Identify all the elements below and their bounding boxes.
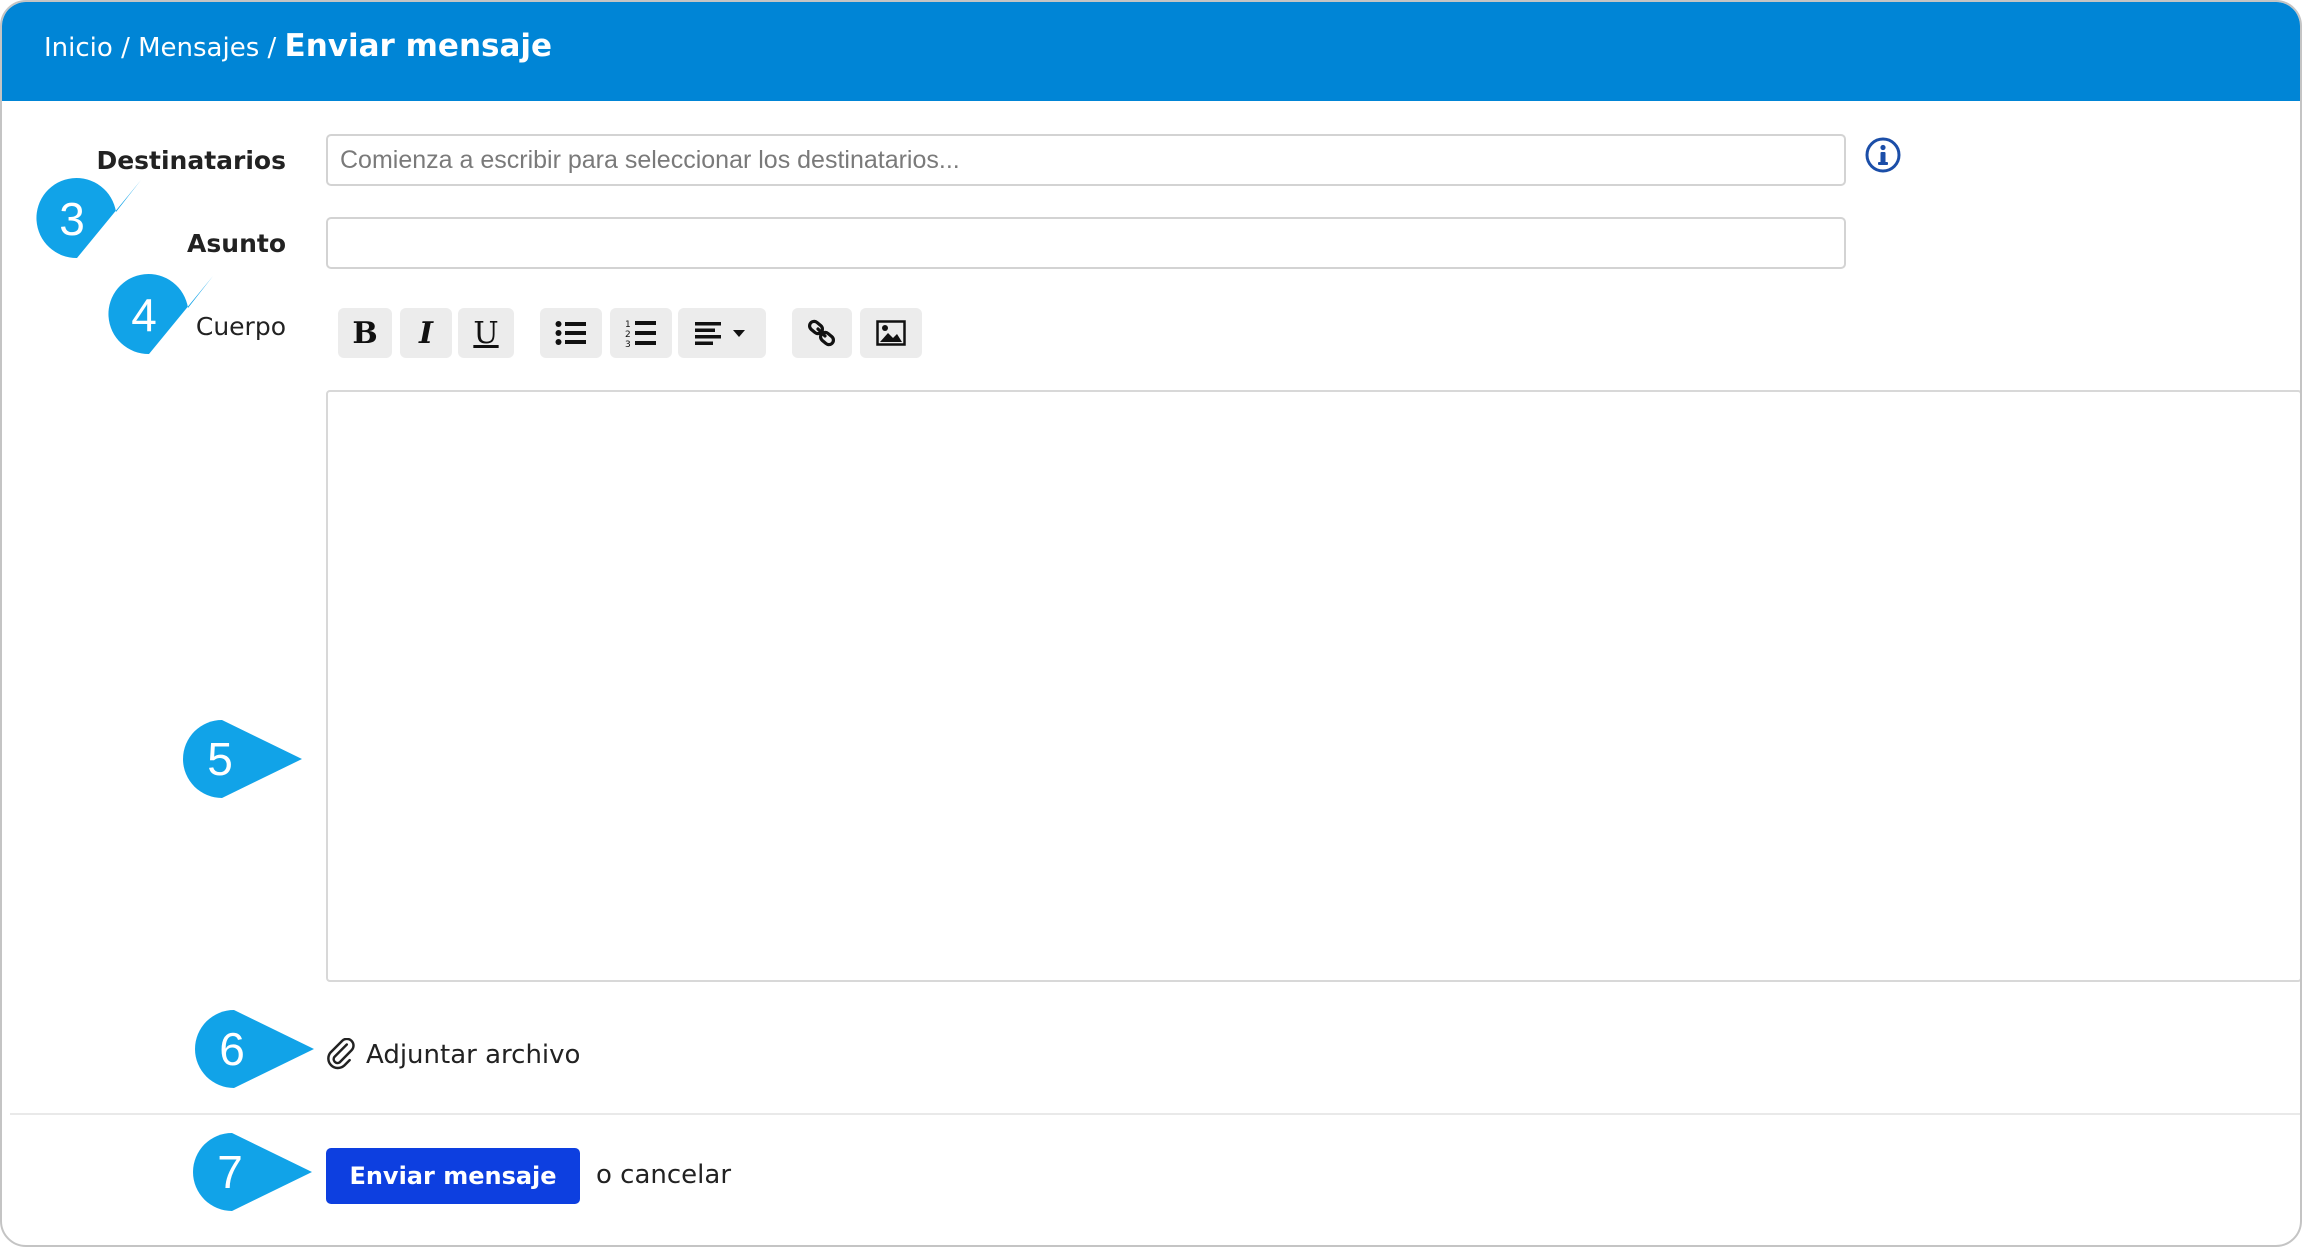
compose-message-window: Inicio / Mensajes / Enviar mensaje Desti… <box>0 0 2302 1247</box>
breadcrumb-home-link[interactable]: Inicio <box>44 33 113 63</box>
callout-marker-5: 5 <box>183 720 302 798</box>
send-message-button[interactable]: Enviar mensaje <box>326 1148 580 1204</box>
callout-number: 7 <box>217 1146 243 1198</box>
callout-marker-3: 3 <box>36 178 141 259</box>
paperclip-icon <box>327 1038 355 1070</box>
callout-number: 4 <box>131 289 157 341</box>
bullet-list-icon <box>555 321 586 345</box>
svg-text:1: 1 <box>625 320 631 330</box>
message-body-editor[interactable] <box>326 390 2300 982</box>
subject-input[interactable] <box>326 217 1846 269</box>
breadcrumb-separator: / <box>267 33 277 63</box>
callout-marker-7: 7 <box>193 1133 312 1211</box>
image-icon <box>876 320 906 346</box>
image-button[interactable] <box>860 308 922 358</box>
align-left-icon <box>695 322 745 345</box>
recipients-input[interactable] <box>326 134 1846 186</box>
bullet-list-button[interactable] <box>540 308 602 358</box>
svg-text:3: 3 <box>625 340 631 348</box>
italic-icon: I <box>418 315 434 351</box>
callout-marker-4: 4 <box>108 274 213 355</box>
callout-number: 5 <box>207 733 233 785</box>
svg-text:2: 2 <box>625 330 631 340</box>
bold-icon: B <box>352 315 378 351</box>
callout-marker-6: 6 <box>195 1010 314 1088</box>
bold-button[interactable]: B <box>338 308 392 358</box>
link-button[interactable] <box>792 308 852 358</box>
numbered-list-button[interactable]: 1 2 3 <box>610 308 672 358</box>
attach-file-label: Adjuntar archivo <box>366 1040 581 1070</box>
underline-icon: U <box>473 315 499 351</box>
attach-file-link[interactable]: Adjuntar archivo <box>326 1038 580 1072</box>
callout-number: 3 <box>59 193 85 245</box>
cancel-link[interactable]: o cancelar <box>596 1160 731 1190</box>
info-circle-icon[interactable] <box>1864 136 1902 174</box>
page-title: Enviar mensaje <box>284 28 553 64</box>
breadcrumb-separator: / <box>121 33 130 63</box>
breadcrumb-messages-link[interactable]: Mensajes <box>138 33 259 63</box>
header-bar: Inicio / Mensajes / Enviar mensaje <box>2 2 2300 101</box>
link-icon <box>807 319 836 347</box>
align-dropdown-button[interactable] <box>678 308 766 358</box>
form-divider <box>10 1113 2300 1115</box>
callout-number: 6 <box>219 1023 245 1075</box>
underline-button[interactable]: U <box>458 308 514 358</box>
numbered-list-icon: 1 2 3 <box>625 320 656 348</box>
recipients-label: Destinatarios <box>96 146 286 175</box>
breadcrumb: Inicio / Mensajes / Enviar mensaje <box>44 28 552 64</box>
italic-button[interactable]: I <box>400 308 452 358</box>
